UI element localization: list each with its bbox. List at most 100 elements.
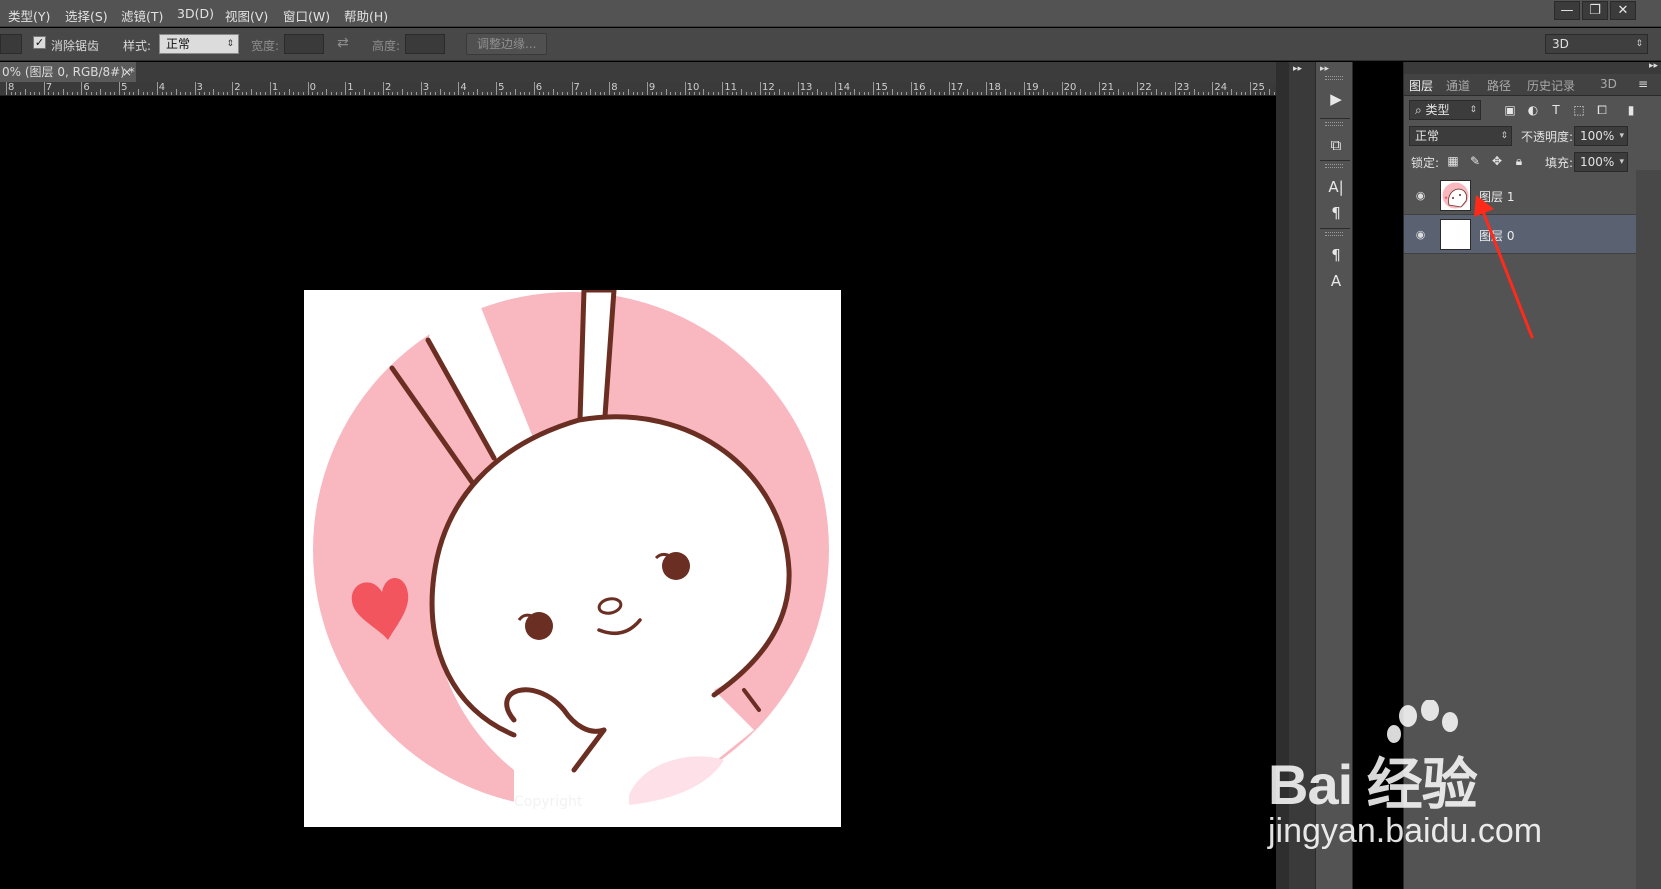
ruler-minor-tick [962, 92, 964, 95]
style-select[interactable]: 正常 ⇕ [159, 34, 239, 54]
tab-layers[interactable]: 图层 [1409, 77, 1433, 94]
ruler-minor-tick [397, 92, 399, 95]
ruler-minor-tick [1085, 92, 1087, 95]
ruler-minor-tick [260, 92, 262, 95]
ruler-minor-tick [251, 89, 253, 95]
tab-history[interactable]: 历史记录 [1527, 77, 1575, 94]
minimize-button[interactable]: — [1554, 1, 1580, 20]
artboard[interactable]: Copyright [304, 290, 841, 827]
swap-icon[interactable]: ⇄ [337, 35, 349, 51]
style-label: 样式: [123, 39, 152, 53]
ruler-minor-tick [1198, 92, 1200, 95]
lock-position-icon[interactable]: ✥ [1488, 152, 1506, 170]
ruler-minor-tick [1089, 92, 1091, 95]
menu-view[interactable]: 视图(V) [225, 6, 268, 25]
width-field[interactable] [284, 34, 324, 54]
grip-icon[interactable] [1325, 164, 1343, 168]
character-icon[interactable]: A| [1325, 176, 1347, 198]
filter-kind-select[interactable]: ⌕ 类型 ⇕ [1409, 100, 1481, 120]
ruler-minor-tick [632, 92, 634, 95]
menu-type[interactable]: 类型(Y) [8, 6, 50, 25]
ruler-tick [533, 82, 535, 95]
ruler-minor-tick [203, 92, 205, 95]
ruler-minor-tick [1047, 92, 1049, 95]
menu-3d[interactable]: 3D(D) [177, 6, 214, 21]
ruler-minor-tick [877, 92, 879, 95]
fill-input[interactable]: 100% ▾ [1574, 152, 1628, 172]
ruler-minor-tick [868, 92, 870, 95]
ruler-minor-tick [142, 92, 144, 95]
expand-icon[interactable]: ▸▸ [1320, 64, 1329, 74]
ruler-minor-tick [896, 92, 898, 95]
height-field[interactable] [405, 34, 445, 54]
collapse-icon[interactable]: ▸▸ [1649, 61, 1658, 71]
shape-filter-icon[interactable]: ⬚ [1570, 101, 1588, 119]
blend-mode-select[interactable]: 正常 ⇕ [1409, 126, 1512, 146]
feather-field[interactable] [0, 34, 22, 54]
ruler-minor-tick [1000, 92, 1002, 95]
paragraph-icon[interactable]: ¶ [1325, 202, 1347, 224]
eye-icon[interactable]: ◉ [1414, 228, 1427, 241]
ruler-minor-tick [364, 89, 366, 95]
ruler-minor-tick [123, 92, 125, 95]
opacity-input[interactable]: 100% ▾ [1574, 126, 1628, 146]
restore-button[interactable]: ❐ [1582, 1, 1608, 20]
ruler-minor-tick [467, 92, 469, 95]
close-tab-icon[interactable]: × [122, 62, 132, 82]
smart-object-filter-icon[interactable]: ⧠ [1593, 101, 1611, 119]
refine-edge-button[interactable]: 调整边缘... [466, 33, 548, 55]
layers-scrollbar[interactable] [1636, 170, 1661, 889]
ruler-minor-tick [821, 92, 823, 95]
horizontal-ruler[interactable]: 8 7 6 5 4 3 2 1 0 1 2 3 4 5 6 7 8 9 10 11 12 13 14 15 16 17 18 19 20… [0, 82, 1276, 96]
ruler-minor-tick [378, 92, 380, 95]
menu-select[interactable]: 选择(S) [65, 6, 108, 25]
grip-icon[interactable] [1325, 76, 1343, 80]
play-actions-icon[interactable]: ▶ [1325, 88, 1347, 110]
tab-channels[interactable]: 通道 [1446, 77, 1470, 94]
style-value: 正常 [166, 37, 191, 51]
ruler-minor-tick [104, 92, 106, 95]
paragraph-styles-icon[interactable]: ¶ [1325, 244, 1347, 266]
ruler-tick [496, 82, 498, 95]
menu-help[interactable]: 帮助(H) [344, 6, 388, 25]
grip-icon[interactable] [1325, 232, 1343, 236]
tab-paths[interactable]: 路径 [1487, 77, 1511, 94]
close-button[interactable]: ✕ [1610, 1, 1636, 20]
ruler-minor-tick [557, 92, 559, 95]
menu-window[interactable]: 窗口(W) [283, 6, 330, 25]
ruler-tick [194, 82, 196, 95]
ruler-minor-tick [1273, 92, 1275, 95]
ruler-minor-tick [189, 92, 191, 95]
collapse-icon[interactable]: ▸▸ [1293, 64, 1302, 74]
ruler-minor-tick [95, 92, 97, 95]
menu-filter[interactable]: 滤镜(T) [121, 6, 163, 25]
ruler-minor-tick [1038, 92, 1040, 95]
eye-icon[interactable]: ◉ [1414, 189, 1427, 202]
workspace-select[interactable]: 3D ⇕ [1545, 34, 1648, 54]
lock-all-icon[interactable]: 🔒︎ [1510, 152, 1528, 170]
bunny-thumbnail-icon [1442, 182, 1469, 209]
pixel-filter-icon[interactable]: ▣ [1501, 101, 1519, 119]
document-tab[interactable]: 0% (图层 0, RGB/8#) * × [0, 62, 136, 82]
adjustment-filter-icon[interactable]: ◐ [1524, 101, 1542, 119]
character-styles-icon[interactable]: A [1325, 270, 1347, 292]
canvas-scrollbar[interactable] [1276, 62, 1289, 889]
tab-3d[interactable]: 3D [1600, 77, 1617, 91]
ruler-minor-tick [491, 92, 493, 95]
type-filter-icon[interactable]: T [1547, 101, 1565, 119]
ruler-tick [1212, 82, 1214, 95]
canvas-area[interactable]: Copyright [0, 97, 1276, 889]
lock-image-icon[interactable]: ✎ [1466, 152, 1484, 170]
ruler-minor-tick [1235, 92, 1237, 95]
filter-kind-value: 类型 [1425, 103, 1450, 117]
antialias-checkbox[interactable]: ✓ [33, 36, 46, 49]
grip-icon[interactable] [1325, 122, 1343, 126]
ruler-minor-tick [665, 89, 667, 95]
ruler-minor-tick [689, 92, 691, 95]
layer-thumbnail [1440, 219, 1471, 250]
3d-properties-icon[interactable]: ⧉ [1325, 134, 1347, 156]
ruler-minor-tick [1193, 89, 1195, 95]
filter-toggle-icon[interactable]: ▮ [1622, 101, 1640, 119]
lock-transparency-icon[interactable]: ▦ [1444, 152, 1462, 170]
panel-menu-icon[interactable]: ≡ [1638, 77, 1648, 91]
